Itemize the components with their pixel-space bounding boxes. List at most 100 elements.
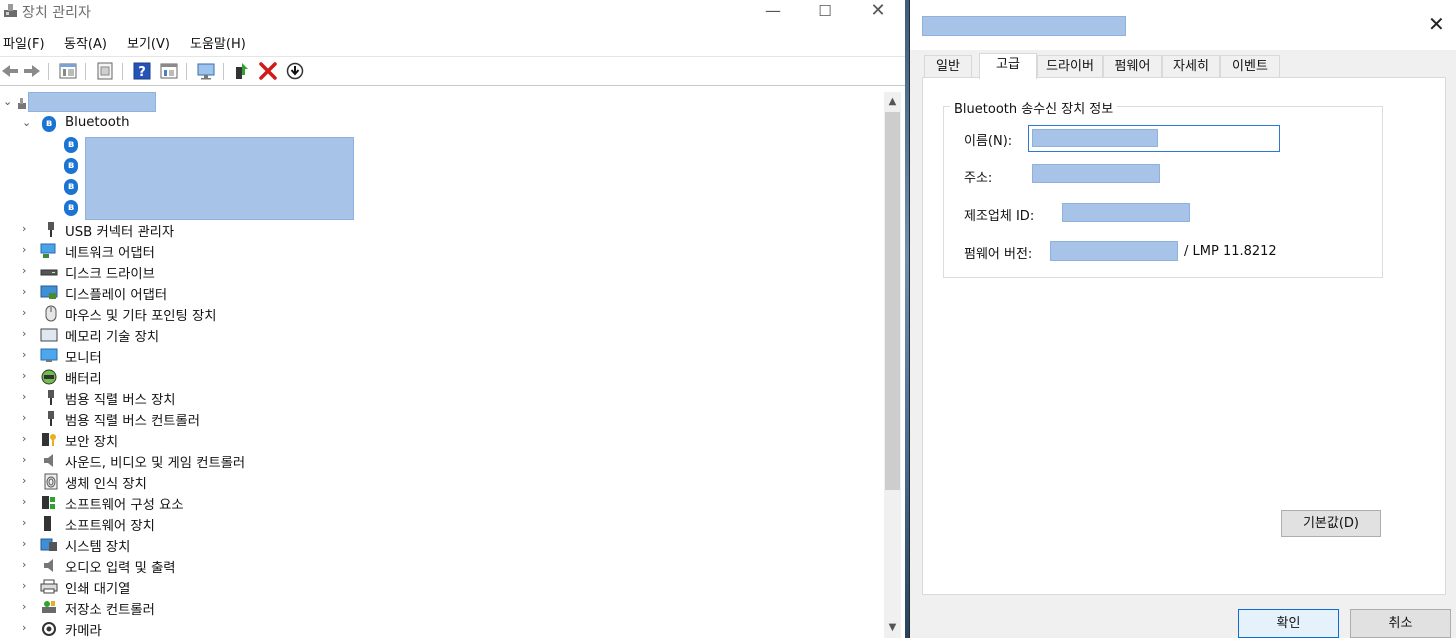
bluetooth-icon: ʙ [64, 199, 82, 216]
chevron-right-icon[interactable]: › [22, 558, 32, 571]
cancel-button[interactable]: 취소 [1350, 609, 1451, 638]
tree-category-network-adapter[interactable]: › 네트워크 어댑터 [0, 240, 400, 261]
tree-category-security[interactable]: › 보안 장치 [0, 429, 400, 450]
tree-category-storage-controller[interactable]: › 저장소 컨트롤러 [0, 597, 400, 618]
chevron-right-icon[interactable]: › [22, 537, 32, 550]
tree-label: USB 커넥터 관리자 [65, 225, 175, 240]
close-button[interactable]: ✕ [853, 0, 903, 24]
tree-category-memory-tech[interactable]: › 메모리 기술 장치 [0, 324, 400, 345]
tab-general[interactable]: 일반 [924, 55, 972, 78]
properties-icon[interactable] [95, 61, 115, 81]
menu-bar: 파일(F) 동작(A) 보기(V) 도움말(H) [0, 30, 906, 52]
chevron-right-icon[interactable]: › [22, 411, 32, 424]
tab-firmware[interactable]: 펌웨어 [1103, 55, 1162, 78]
speaker-icon [44, 559, 53, 572]
tree-category-monitor[interactable]: › 모니터 [0, 345, 400, 366]
chevron-right-icon[interactable]: › [22, 432, 32, 445]
tab-driver[interactable]: 드라이버 [1037, 55, 1103, 78]
tree-category-system-device[interactable]: › 시스템 장치 [0, 534, 400, 555]
chevron-right-icon[interactable]: › [22, 306, 32, 319]
chevron-right-icon[interactable]: › [22, 390, 32, 403]
chevron-right-icon[interactable]: › [22, 348, 32, 361]
usb-icon [48, 390, 54, 405]
chevron-right-icon[interactable]: › [22, 222, 32, 235]
chevron-right-icon[interactable]: › [22, 285, 32, 298]
tree-root-computer[interactable]: ⌄ [0, 92, 400, 113]
tree-label: 오디오 입력 및 출력 [65, 561, 176, 576]
tab-advanced[interactable]: 고급 [979, 53, 1037, 79]
tree-category-audio-io[interactable]: › 오디오 입력 및 출력 [0, 555, 400, 576]
menu-view[interactable]: 보기(V) [127, 33, 170, 52]
chevron-right-icon[interactable]: › [22, 453, 32, 466]
tree-label: 소프트웨어 구성 요소 [65, 498, 184, 513]
menu-action[interactable]: 동작(A) [64, 33, 107, 52]
monitor-icon[interactable] [196, 61, 216, 81]
dialog-title-bar[interactable]: ✕ [910, 0, 1456, 50]
chevron-right-icon[interactable]: › [22, 579, 32, 592]
tree-view-icon[interactable] [58, 61, 78, 81]
chevron-right-icon[interactable]: › [22, 621, 32, 634]
tree-category-camera[interactable]: › 카메라 [0, 618, 400, 638]
chevron-down-icon[interactable]: ⌄ [3, 95, 13, 108]
ok-button[interactable]: 확인 [1238, 609, 1339, 638]
tree-label: 인쇄 대기열 [65, 582, 131, 597]
device-tree[interactable]: ⌄ ⌄ ʙ Bluetooth ʙ ʙ ʙ ʙ › USB 커넥터 관리자 › … [0, 92, 884, 638]
scroll-down-icon[interactable]: ▼ [884, 619, 901, 636]
chevron-right-icon[interactable]: › [22, 495, 32, 508]
redacted-name-value [1032, 129, 1158, 147]
chevron-right-icon[interactable]: › [22, 474, 32, 487]
tree-category-biometric[interactable]: › 생체 인식 장치 [0, 471, 400, 492]
redacted-firmware-value [1050, 241, 1178, 261]
tree-category-usb-connector[interactable]: › USB 커넥터 관리자 [0, 219, 400, 240]
forward-icon[interactable] [22, 61, 42, 81]
chevron-right-icon[interactable]: › [22, 369, 32, 382]
tree-category-bluetooth[interactable]: ⌄ ʙ Bluetooth [0, 113, 400, 134]
chevron-down-icon[interactable]: ⌄ [22, 116, 32, 129]
chevron-right-icon[interactable]: › [22, 327, 32, 340]
tree-label: 범용 직렬 버스 장치 [65, 393, 176, 408]
tree-category-print-queue[interactable]: › 인쇄 대기열 [0, 576, 400, 597]
tree-label: 범용 직렬 버스 컨트롤러 [65, 414, 201, 429]
chevron-right-icon[interactable]: › [22, 243, 32, 256]
tree-category-battery[interactable]: › 배터리 [0, 366, 400, 387]
tree-category-display-adapter[interactable]: › 디스플레이 어댑터 [0, 282, 400, 303]
tab-strip: 일반 고급 드라이버 펌웨어 자세히 이벤트 [924, 53, 1444, 79]
group-title: Bluetooth 송수신 장치 정보 [950, 98, 1118, 117]
update-driver-icon[interactable] [233, 61, 253, 81]
vertical-scrollbar[interactable]: ▲ ▼ [884, 92, 901, 638]
chevron-right-icon[interactable]: › [22, 516, 32, 529]
title-bar[interactable]: 장치 관리자 — ☐ ✕ [0, 0, 906, 26]
tree-label: 네트워크 어댑터 [65, 246, 155, 261]
tree-category-disk-drive[interactable]: › 디스크 드라이브 [0, 261, 400, 282]
view-icon[interactable] [159, 61, 179, 81]
back-icon[interactable] [0, 61, 20, 81]
maximize-button[interactable]: ☐ [800, 0, 850, 24]
tree-category-usb-device[interactable]: › 범용 직렬 버스 장치 [0, 387, 400, 408]
uninstall-icon[interactable] [258, 61, 278, 81]
download-icon[interactable] [285, 61, 305, 81]
scroll-up-icon[interactable]: ▲ [884, 93, 901, 110]
chevron-right-icon[interactable]: › [22, 264, 32, 277]
mouse-icon [45, 305, 57, 322]
tree-category-software-device[interactable]: › 소프트웨어 장치 [0, 513, 400, 534]
tree-label: 마우스 및 기타 포인팅 장치 [65, 309, 217, 324]
scrollbar-thumb[interactable] [885, 112, 900, 490]
redacted-dialog-title [922, 16, 1126, 36]
default-button[interactable]: 기본값(D) [1281, 510, 1381, 537]
help-icon[interactable]: ? [132, 61, 152, 81]
name-input[interactable] [1028, 125, 1280, 152]
tree-category-mouse[interactable]: › 마우스 및 기타 포인팅 장치 [0, 303, 400, 324]
close-icon[interactable]: ✕ [1428, 12, 1445, 36]
tree-category-sound[interactable]: › 사운드, 비디오 및 게임 컨트롤러 [0, 450, 400, 471]
menu-help[interactable]: 도움말(H) [190, 33, 246, 52]
tree-category-usb-controller[interactable]: › 범용 직렬 버스 컨트롤러 [0, 408, 400, 429]
minimize-button[interactable]: — [748, 0, 798, 24]
tab-events[interactable]: 이벤트 [1220, 55, 1280, 78]
tab-details[interactable]: 자세히 [1162, 55, 1220, 78]
tree-label: 소프트웨어 장치 [65, 519, 155, 534]
radio-info-group: Bluetooth 송수신 장치 정보 이름(N): 주소: 제조업체 ID: … [943, 98, 1383, 278]
tree-label: 카메라 [65, 624, 102, 638]
menu-file[interactable]: 파일(F) [3, 33, 45, 52]
chevron-right-icon[interactable]: › [22, 600, 32, 613]
tree-category-software-component[interactable]: › 소프트웨어 구성 요소 [0, 492, 400, 513]
